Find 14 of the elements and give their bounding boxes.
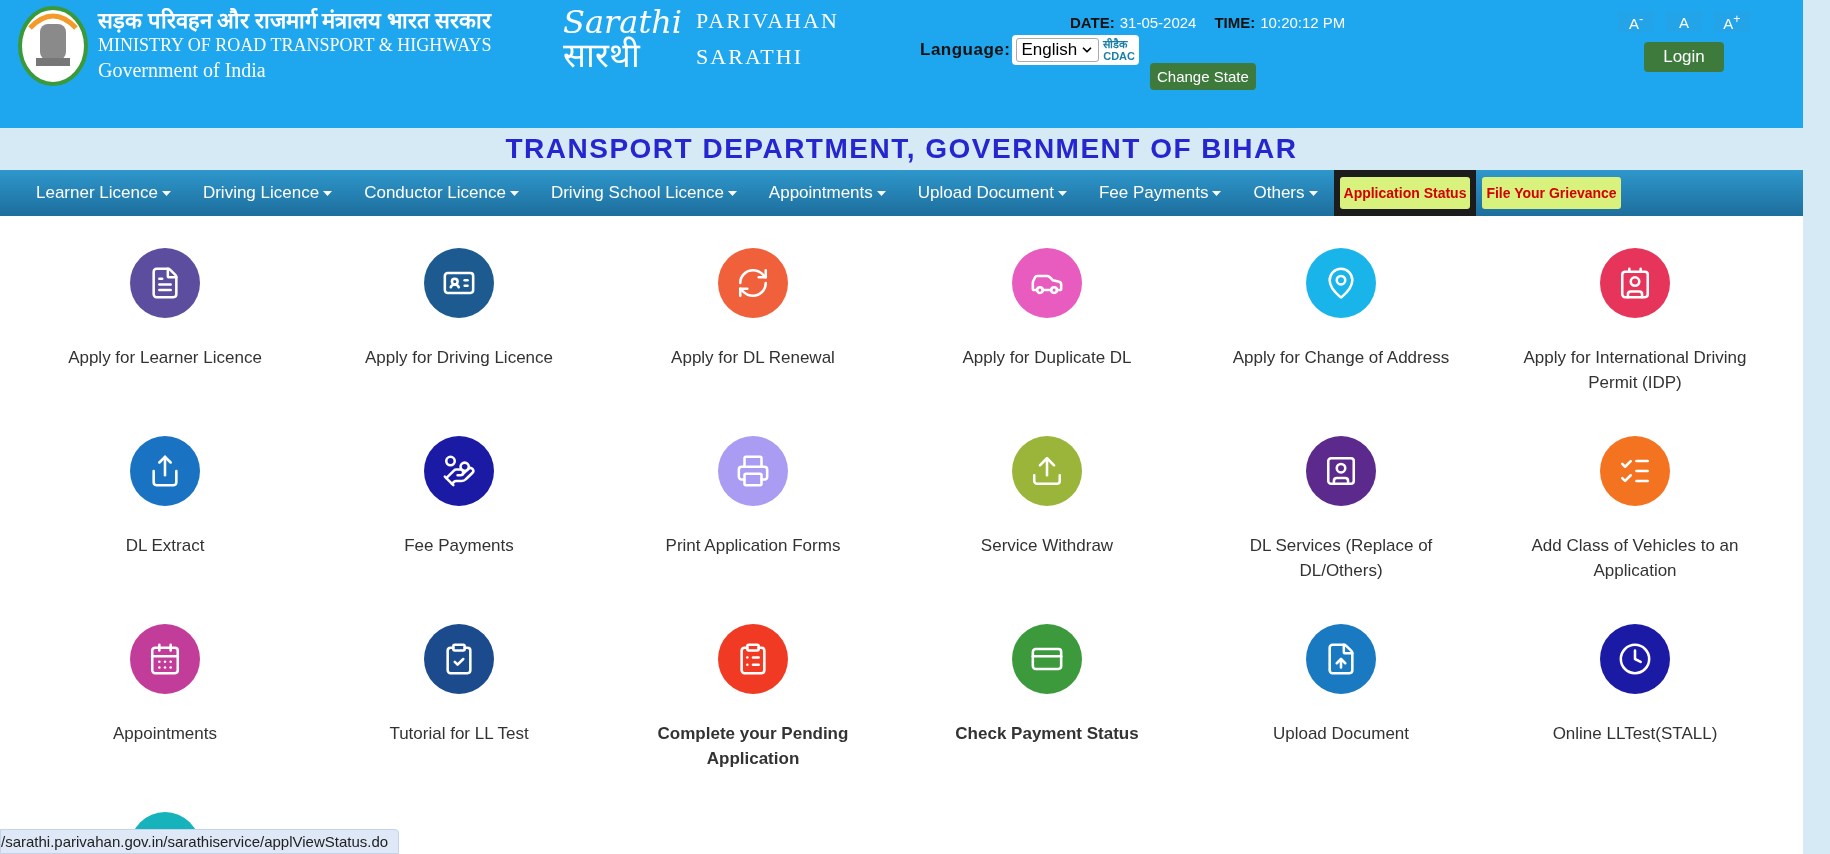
- time-value: 10:20:12 PM: [1260, 14, 1346, 31]
- logo-hindi-text: सारथी: [563, 38, 642, 72]
- date-label: DATE:: [1070, 14, 1115, 31]
- cdac-logo: सीडैक CDAC: [1103, 38, 1135, 62]
- brand-name: SARATHI: [696, 44, 804, 70]
- language-label: Language:: [920, 40, 1011, 60]
- date-value: 31-05-2024: [1119, 14, 1197, 31]
- ministry-hindi-name: सड़क परिवहन और राजमार्ग मंत्रालय भारत सरकार: [98, 8, 492, 33]
- link-url-tooltip: /sarathi.parivahan.gov.in/sarathiservice/applViewStatus.do: [0, 829, 400, 854]
- page-title: TRANSPORT DEPARTMENT, GOVERNMENT OF BIHAR: [505, 133, 1298, 165]
- time-label: TIME:: [1214, 14, 1256, 31]
- brand-name: PARIVAHAN: [696, 8, 839, 34]
- ministry-name: MINISTRY OF ROAD TRANSPORT & HIGHWAYS: [98, 34, 492, 57]
- government-name: Government of India: [98, 58, 267, 83]
